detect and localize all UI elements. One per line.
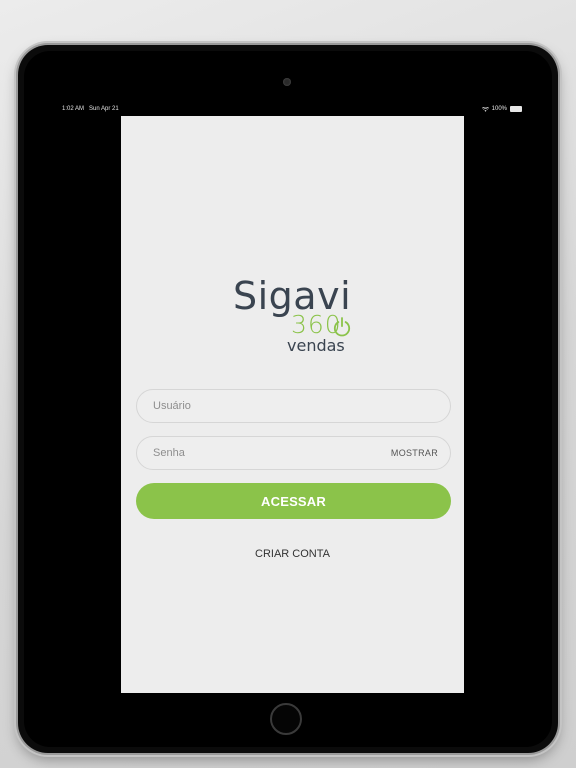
- login-button[interactable]: ACESSAR: [136, 483, 451, 519]
- status-date: Sun Apr 21: [89, 106, 119, 112]
- logo-subtitle: vendas: [287, 336, 345, 355]
- status-bar: 1:02 AM Sun Apr 21 100%: [62, 106, 522, 116]
- wifi-icon: [481, 106, 489, 112]
- power-icon: [333, 317, 351, 337]
- create-account-link[interactable]: CRIAR CONTA: [121, 548, 464, 560]
- status-time: 1:02 AM: [62, 106, 85, 112]
- app-logo: Sigavi 360 vendas: [229, 276, 359, 358]
- show-password-toggle[interactable]: MOSTRAR: [391, 448, 438, 458]
- home-button[interactable]: [270, 703, 302, 735]
- battery-percent: 100%: [491, 106, 507, 112]
- battery-icon: [510, 106, 522, 112]
- status-right: 100%: [481, 106, 522, 112]
- username-input[interactable]: [153, 390, 373, 422]
- camera-icon: [283, 78, 291, 86]
- password-input[interactable]: [153, 437, 373, 469]
- app-screen: Sigavi 360 vendas MOSTRAR ACESSAR CRIAR …: [121, 116, 464, 693]
- username-field[interactable]: [136, 389, 451, 423]
- password-field[interactable]: MOSTRAR: [136, 436, 451, 470]
